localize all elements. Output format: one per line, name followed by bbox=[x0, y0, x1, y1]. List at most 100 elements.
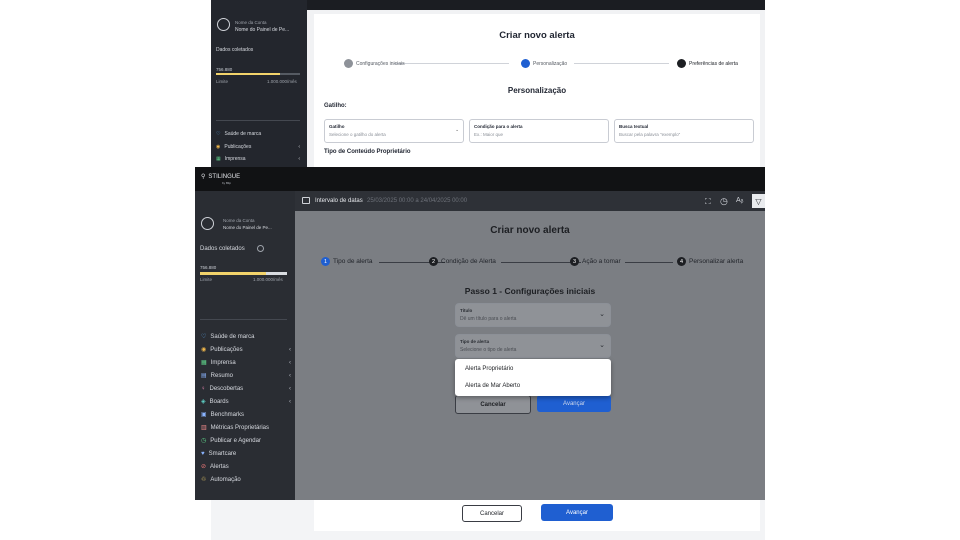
field-placeholder: Buscar pela palavra "exemplo" bbox=[619, 132, 681, 137]
back-next-button[interactable]: Avançar bbox=[541, 504, 613, 521]
title-select[interactable]: Título Dê um título para o alerta ⌄ bbox=[455, 303, 611, 327]
nav-label: Publicações bbox=[224, 144, 252, 150]
limit-label: Limite bbox=[200, 277, 213, 282]
step-line bbox=[501, 262, 581, 263]
back-nav-health[interactable]: ♡ Saúde de marca bbox=[216, 131, 261, 137]
heart-icon: ♡ bbox=[201, 334, 207, 340]
dropdown-option-proprietary[interactable]: Alerta Proprietário bbox=[465, 366, 513, 372]
back-nav-press[interactable]: ▦ Imprensa ‹ bbox=[216, 156, 300, 162]
filter-icon[interactable]: ▽ bbox=[752, 194, 765, 208]
text-search-input[interactable]: Busca textual Buscar pela palavra "exemp… bbox=[614, 119, 754, 143]
gatilho-select[interactable]: Gatilho Selecione o gatilho do alerta ⌄ bbox=[324, 119, 464, 143]
divider bbox=[200, 319, 287, 320]
field-placeholder: Ex.: Maior que bbox=[474, 132, 504, 137]
cancel-button[interactable]: Cancelar bbox=[455, 395, 531, 414]
translate-icon[interactable]: Aᵦ bbox=[736, 197, 743, 204]
automation-icon: ♲ bbox=[201, 477, 207, 483]
account-name[interactable]: Nome do Painel de Pe... bbox=[223, 225, 272, 230]
sidebar-item-press[interactable]: ▦ Imprensa ‹ bbox=[201, 356, 291, 369]
date-range-value[interactable]: 25/03/2025 00:00 a 24/04/2025 00:00 bbox=[367, 198, 467, 204]
sidebar-item-publish-schedule[interactable]: ◷ Publicar e Agendar bbox=[201, 434, 291, 447]
back-step-1[interactable]: Configurações iniciais bbox=[344, 59, 405, 68]
heart-icon: ♡ bbox=[216, 131, 221, 137]
alert-icon: ⊘ bbox=[201, 464, 207, 470]
sidebar-item-summary[interactable]: ▤ Resumo ‹ bbox=[201, 369, 291, 382]
check-icon bbox=[344, 59, 353, 68]
step-number: 1 bbox=[321, 257, 330, 266]
sidebar-item-alerts[interactable]: ⊘ Alertas bbox=[201, 460, 291, 473]
nav-label: Alertas bbox=[210, 463, 229, 470]
avatar-icon[interactable] bbox=[217, 18, 230, 31]
logo-bar: ⚲ STILINGUE by Blip bbox=[195, 167, 765, 191]
next-button[interactable]: Avançar bbox=[537, 395, 611, 412]
step-label: Configurações iniciais bbox=[356, 60, 405, 67]
back-step-2[interactable]: Personalização bbox=[521, 59, 567, 68]
account-name-small: Nome da Conta bbox=[235, 20, 267, 25]
fullscreen-icon[interactable]: ⛶ bbox=[705, 197, 711, 207]
modal-overlay: Criar novo alerta 1 Tipo de alerta 2 Condi… bbox=[295, 211, 765, 500]
avatar-icon[interactable] bbox=[201, 217, 214, 230]
logo: ⚲ STILINGUE bbox=[201, 173, 241, 181]
grid-icon: ▦ bbox=[201, 360, 207, 366]
back-cancel-button[interactable]: Cancelar bbox=[462, 505, 522, 522]
divider bbox=[216, 120, 300, 121]
content-type-heading: Tipo de Conteúdo Proprietário bbox=[324, 149, 411, 155]
field-label: Condição para o alerta bbox=[474, 124, 523, 129]
back-bottom-card: Cancelar Avançar bbox=[314, 500, 760, 531]
step-number: 2 bbox=[429, 257, 438, 266]
nav-label: Métricas Proprietárias bbox=[210, 424, 270, 431]
sidebar-item-boards[interactable]: ◈ Boards ‹ bbox=[201, 395, 291, 408]
step-3[interactable]: 3 Ação a tomar bbox=[570, 257, 621, 266]
chevron-left-icon: ‹ bbox=[289, 385, 291, 392]
chevron-left-icon: ‹ bbox=[289, 346, 291, 353]
sidebar-item-brand-health[interactable]: ♡ Saúde de marca bbox=[201, 330, 291, 343]
nav-label: Imprensa bbox=[224, 156, 246, 162]
collected-bar bbox=[200, 272, 287, 275]
sidebar-item-smartcare[interactable]: ♥ Smartcare bbox=[201, 447, 291, 460]
back-section-title: Personalização bbox=[507, 86, 567, 95]
info-icon[interactable] bbox=[257, 245, 264, 252]
chevron-down-icon: ⌄ bbox=[599, 311, 605, 318]
sidebar-item-proprietary-metrics[interactable]: ▥ Métricas Proprietárias bbox=[201, 421, 291, 434]
step-2[interactable]: 2 Condição de Alerta bbox=[429, 257, 496, 266]
collected-label: Dados coletados bbox=[216, 47, 254, 53]
sidebar-item-automation[interactable]: ♲ Automação bbox=[201, 473, 291, 486]
back-nav-publications[interactable]: ◉ Publicações ‹ bbox=[216, 144, 300, 150]
condition-input[interactable]: Condição para o alerta Ex.: Maior que bbox=[469, 119, 609, 143]
collected-bar-fill bbox=[200, 272, 266, 275]
benchmark-icon: ▣ bbox=[201, 412, 207, 418]
sidebar-item-publications[interactable]: ◉ Publicações ‹ bbox=[201, 343, 291, 356]
gatilho-heading: Gatilho: bbox=[324, 103, 347, 109]
step-label: Tipo de alerta bbox=[333, 258, 373, 265]
step-4[interactable]: 4 Personalizar alerta bbox=[677, 257, 743, 266]
section-title: Passo 1 - Configurações iniciais bbox=[464, 286, 596, 296]
date-range-label[interactable]: Intervalo de datas bbox=[315, 198, 363, 204]
field-placeholder: Selecione o tipo de alerta bbox=[460, 347, 517, 353]
step-label: Personalização bbox=[533, 60, 568, 67]
sidebar-item-benchmarks[interactable]: ▣ Benchmarks bbox=[201, 408, 291, 421]
sidebar-item-discoveries[interactable]: ♀ Descobertas ‹ bbox=[201, 382, 291, 395]
logo-text: STILINGUE bbox=[208, 173, 241, 180]
logo-mark-icon: ⚲ bbox=[201, 174, 206, 180]
sidebar: Nome da Conta Nome do Painel de Pe... Da… bbox=[195, 191, 295, 500]
field-label: Título bbox=[460, 308, 473, 313]
step-number: 4 bbox=[677, 257, 686, 266]
nav-label: Publicações bbox=[210, 346, 243, 353]
calendar-icon[interactable] bbox=[302, 197, 310, 204]
step-number-icon bbox=[677, 59, 686, 68]
limit-value: 1.000.000/mês bbox=[267, 79, 297, 84]
clock-icon[interactable]: ◷ bbox=[720, 196, 728, 207]
back-step-3[interactable]: Preferências de alerta bbox=[677, 59, 738, 68]
alert-type-select[interactable]: Tipo de alerta Selecione o tipo de alert… bbox=[455, 334, 611, 358]
dropdown-option-open-sea[interactable]: Alerta de Mar Aberto bbox=[465, 383, 520, 389]
foreground-screenshot: ⚲ STILINGUE by Blip Nome da Conta Nome d… bbox=[195, 167, 765, 500]
account-name[interactable]: Nome do Painel de Pe... bbox=[235, 27, 289, 33]
eye-icon: ◉ bbox=[201, 347, 207, 353]
nav-label: Saúde de marca bbox=[224, 131, 262, 137]
back-modal-title: Criar novo alerta bbox=[499, 30, 575, 41]
field-placeholder: Dê um título para o alerta bbox=[460, 316, 517, 322]
step-number-icon bbox=[521, 59, 530, 68]
nav-label: Boards bbox=[209, 398, 229, 405]
step-1[interactable]: 1 Tipo de alerta bbox=[321, 257, 373, 266]
nav-label: Automação bbox=[210, 476, 241, 483]
